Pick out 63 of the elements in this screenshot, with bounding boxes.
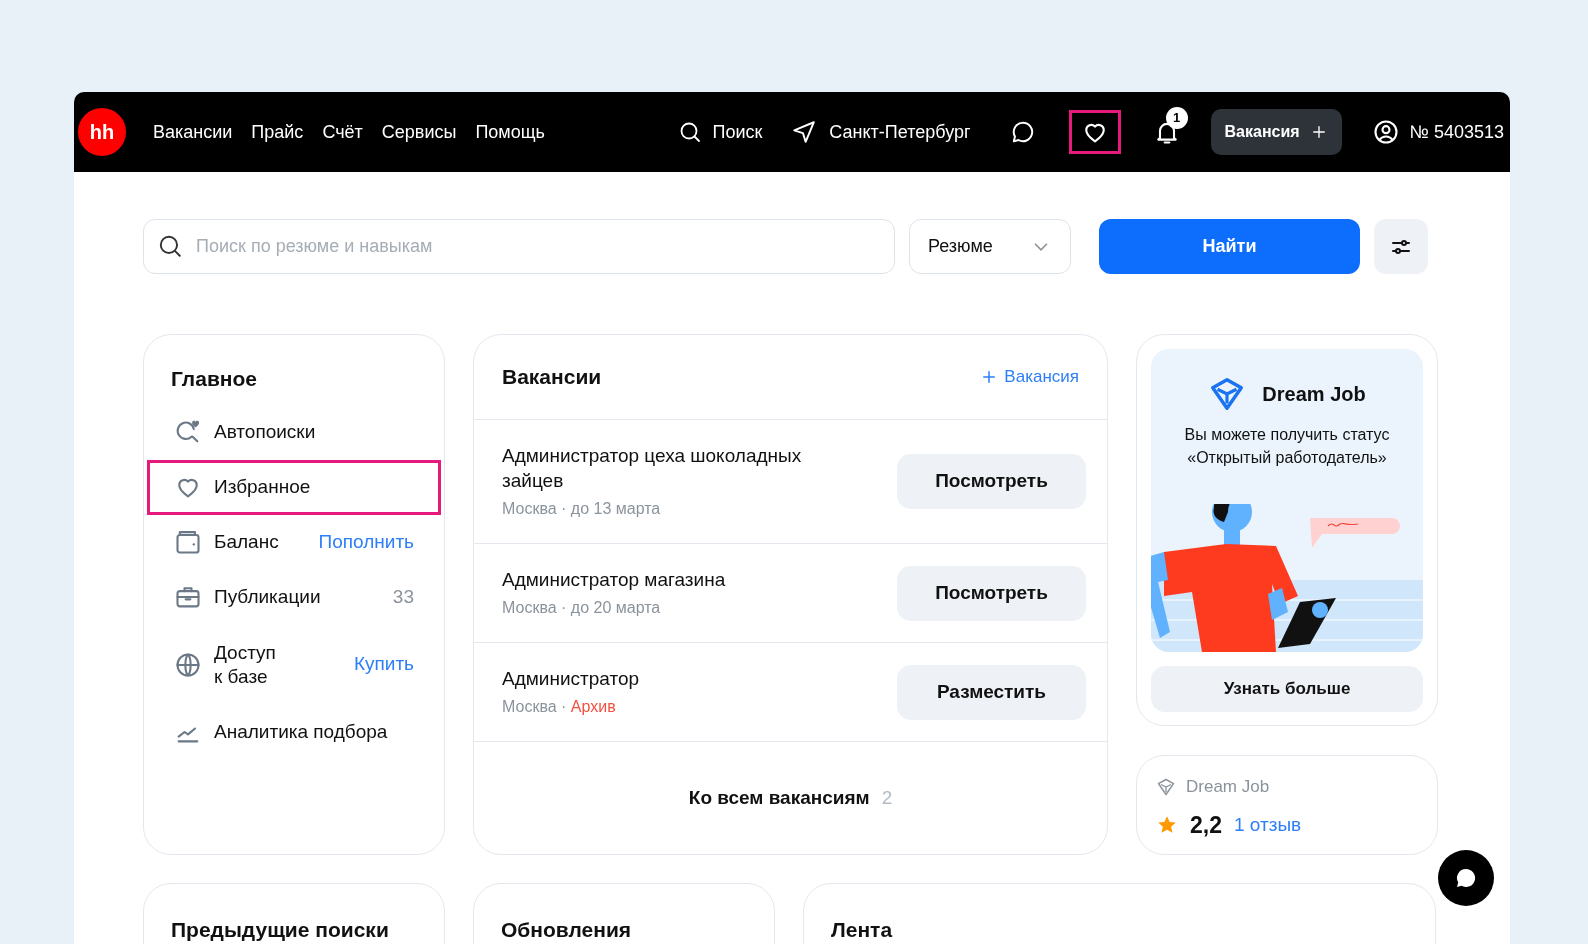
menu-item[interactable]: Публикации 33 (147, 569, 441, 625)
vacancy-action-button[interactable]: Разместить (897, 664, 1086, 720)
menu-item-label: Баланс (214, 529, 279, 554)
item-count: 33 (392, 584, 414, 609)
nav-link[interactable]: Прайс (251, 118, 304, 146)
nav-link[interactable]: Сервисы (381, 118, 457, 146)
vacancy-title[interactable]: Администратор (502, 665, 862, 691)
account-link[interactable]: № 5403513 (1371, 118, 1504, 146)
rating-score: 2,2 (1190, 810, 1222, 840)
chat-icon (1454, 866, 1478, 890)
menu-item[interactable]: Автопоиски (147, 404, 441, 460)
card-title: Главное (170, 366, 258, 392)
promo-title: Dream Job (1262, 382, 1366, 407)
search-icon (678, 120, 703, 144)
card-title: Вакансии (502, 364, 602, 391)
vacancy-meta: Москва · Архив (502, 696, 617, 717)
search-icon (157, 233, 183, 259)
type-select[interactable]: Резюме (909, 219, 1071, 274)
vacancy-meta: Москва · до 13 марта (502, 498, 662, 519)
navigation-arrow-icon (791, 119, 818, 145)
menu-item[interactable]: Избранное (147, 459, 441, 515)
learn-more-button[interactable]: Узнать больше (1151, 666, 1423, 712)
nav-link[interactable]: Счёт (322, 118, 363, 146)
create-vacancy-button[interactable]: Вакансия (1210, 109, 1342, 155)
nav-link[interactable]: Помощь (475, 118, 545, 146)
vacancy-action-button[interactable]: Посмотреть (897, 565, 1086, 621)
add-vacancy-link[interactable]: Вакансия (980, 364, 1079, 390)
wallet-icon (174, 528, 202, 556)
action-link[interactable]: Купить (353, 650, 414, 679)
menu-item-label: Доступ к базе (214, 640, 277, 689)
user-circle-icon (1371, 118, 1400, 146)
logo[interactable]: hh (78, 108, 126, 156)
chat-button[interactable] (1438, 850, 1494, 906)
menu-item-label: Избранное (214, 474, 311, 499)
reviews-link[interactable]: 1 отзыв (1234, 810, 1302, 839)
globe-icon (174, 650, 202, 679)
menu-item-label: Публикации (214, 584, 321, 609)
nav-link[interactable]: Вакансии (153, 118, 233, 146)
vacancy-meta: Москва · до 20 марта (502, 597, 662, 618)
diamond-icon (1156, 776, 1176, 797)
card-title: Лента (831, 917, 894, 943)
find-button[interactable]: Найти (1099, 219, 1360, 274)
promo-text: Вы можете получить статус «Открытый работодатель» (1183, 425, 1391, 468)
vacancy-title[interactable]: Администратор магазина (502, 566, 862, 592)
menu-item[interactable]: Аналитика подбора (147, 704, 441, 760)
menu-item-label: Аналитика подбора (214, 719, 388, 744)
notifications-button[interactable]: 1 (1140, 110, 1193, 154)
card-title: Предыдущие поиски (171, 917, 390, 943)
rating-source: Dream Job (1186, 776, 1270, 798)
search-link[interactable]: Поиск (678, 118, 763, 146)
resume-search-field[interactable]: Поиск по резюме и навыкам (143, 219, 895, 274)
vacancy-action-button[interactable]: Посмотреть (897, 454, 1086, 509)
notification-badge: 1 (1165, 107, 1188, 129)
menu-item-label: Автопоиски (214, 419, 316, 444)
filters-button[interactable] (1374, 219, 1428, 274)
menu-item[interactable]: Баланс Пополнить (147, 514, 441, 570)
favorites-button[interactable] (1068, 110, 1121, 154)
action-link[interactable]: Пополнить (318, 527, 414, 557)
card-title: Обновления (501, 917, 633, 943)
city-link[interactable]: Санкт-Петербург (791, 118, 971, 146)
all-vacancies-link[interactable]: Ко всем вакансиям 2 (474, 784, 1107, 813)
menu-item[interactable]: Доступ к базе Купить (147, 624, 441, 705)
vacancy-title[interactable]: Администратор цеха шоколадных зайцев (502, 442, 862, 493)
